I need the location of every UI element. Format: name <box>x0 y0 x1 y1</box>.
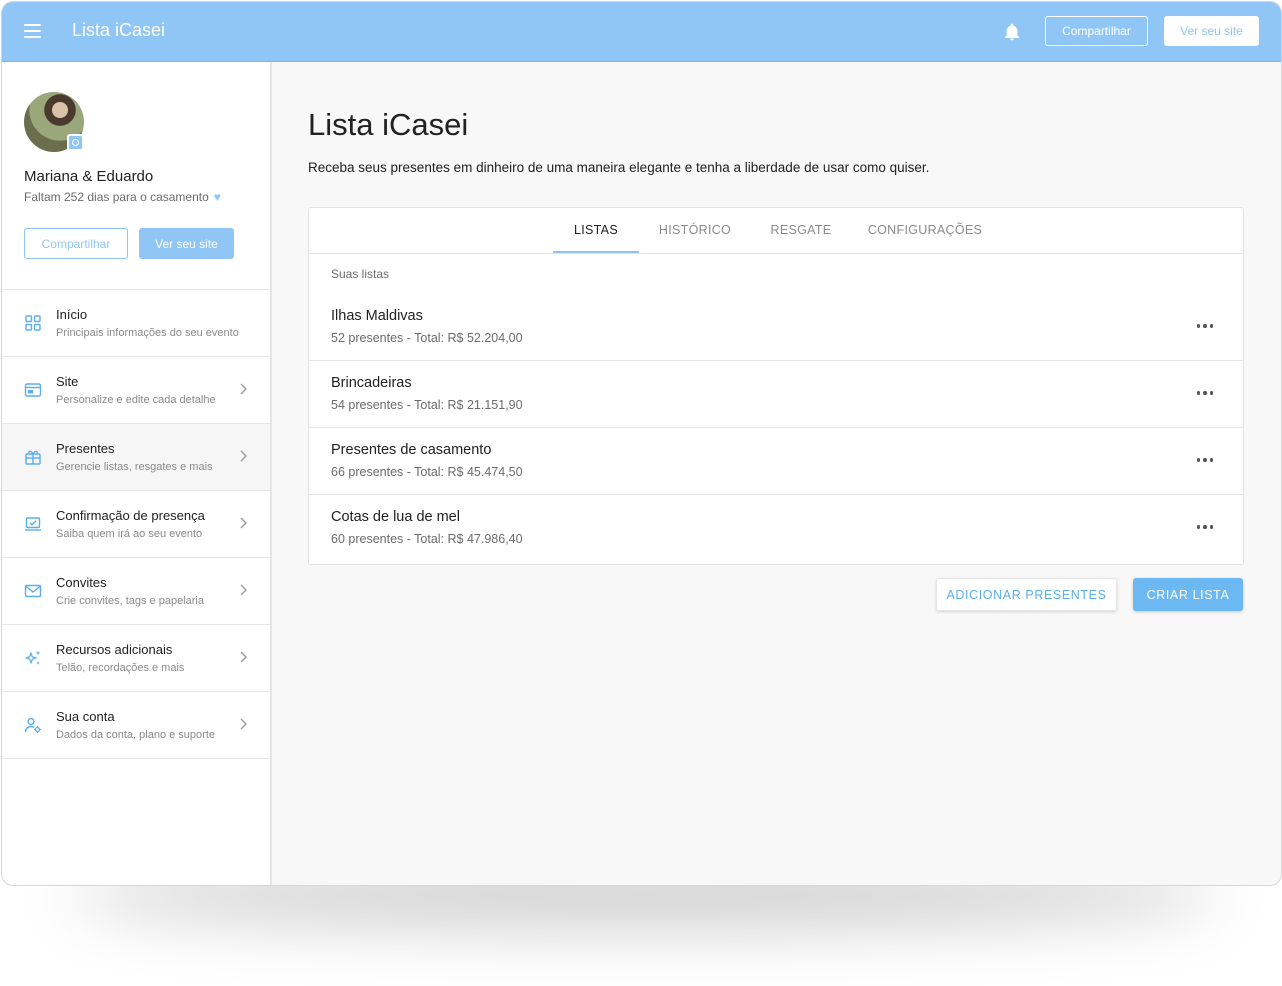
nav-divider <box>2 758 270 759</box>
sidebar-item-description: Principais informações do seu evento <box>56 327 239 339</box>
heart-icon: ♥ <box>213 190 221 204</box>
section-label: Suas listas <box>331 267 390 281</box>
tab-configuracoes[interactable]: CONFIGURAÇÕES <box>861 208 989 252</box>
more-options-icon[interactable] <box>1193 517 1217 537</box>
couple-name: Mariana & Eduardo <box>24 168 154 185</box>
sidebar-item-inicio[interactable]: Início Principais informações do seu eve… <box>2 289 270 356</box>
tab-bar: LISTAS HISTÓRICO RESGATE CONFIGURAÇÕES <box>309 208 1243 254</box>
lists-card: LISTAS HISTÓRICO RESGATE CONFIGURAÇÕES S… <box>308 207 1244 565</box>
sidebar-share-button[interactable]: Compartilhar <box>24 228 128 259</box>
browser-icon <box>24 383 42 397</box>
sidebar-item-description: Gerencie listas, resgates e mais <box>56 461 213 473</box>
list-name: Cotas de lua de mel <box>331 509 460 525</box>
sidebar-item-label: Site <box>56 374 79 389</box>
app-title: Lista iCasei <box>72 20 166 40</box>
sidebar-item-description: Saiba quem irá ao seu evento <box>56 528 203 540</box>
tab-historico[interactable]: HISTÓRICO <box>649 208 741 252</box>
sidebar-item-sua-conta[interactable]: Sua conta Dados da conta, plano e suport… <box>2 691 270 758</box>
sidebar-view-site-button[interactable]: Ver seu site <box>139 228 234 259</box>
list-item[interactable]: Presentes de casamento 66 presentes - To… <box>309 427 1243 494</box>
list-summary: 60 presentes - Total: R$ 47.986,40 <box>331 532 523 546</box>
countdown-text: Faltam 252 dias para o casamento <box>24 190 209 204</box>
sidebar-item-site[interactable]: Site Personalize e edite cada detalhe <box>2 356 270 423</box>
bell-icon[interactable] <box>1002 22 1022 42</box>
create-list-button[interactable]: CRIAR LISTA <box>1133 578 1243 611</box>
share-button[interactable]: Compartilhar <box>1045 16 1148 46</box>
sidebar-item-label: Confirmação de presença <box>56 508 205 523</box>
grid-icon <box>25 315 41 331</box>
more-options-icon[interactable] <box>1193 383 1217 403</box>
tab-listas[interactable]: LISTAS <box>553 208 639 253</box>
sidebar-item-label: Convites <box>56 575 107 590</box>
sidebar-item-label: Sua conta <box>56 709 115 724</box>
chevron-right-icon <box>240 383 247 395</box>
list-summary: 52 presentes - Total: R$ 52.204,00 <box>331 331 523 345</box>
sidebar-item-description: Dados da conta, plano e suporte <box>56 729 216 741</box>
sidebar-item-description: Telão, recordações e mais <box>56 662 185 674</box>
main-content: Lista iCasei Receba seus presentes em di… <box>272 62 1281 885</box>
view-site-button[interactable]: Ver seu site <box>1164 16 1259 46</box>
sidebar-nav: Início Principais informações do seu eve… <box>2 289 270 759</box>
list-item[interactable]: Brincadeiras 54 presentes - Total: R$ 21… <box>309 360 1243 427</box>
sparkles-icon <box>25 650 41 665</box>
laptop-check-icon <box>25 517 41 531</box>
sidebar-item-label: Recursos adicionais <box>56 642 173 657</box>
top-bar: Lista iCasei Compartilhar Ver seu site <box>2 2 1281 62</box>
list-name: Presentes de casamento <box>331 442 492 458</box>
sidebar-item-description: Personalize e edite cada detalhe <box>56 394 216 406</box>
more-options-icon[interactable] <box>1193 450 1217 470</box>
sidebar: Mariana & Eduardo Faltam 252 dias para o… <box>2 62 272 885</box>
app-window: Lista iCasei Compartilhar Ver seu site M… <box>1 1 1282 886</box>
sidebar-item-label: Início <box>56 307 88 322</box>
sidebar-item-convites[interactable]: Convites Crie convites, tags e papelaria <box>2 557 270 624</box>
chevron-right-icon <box>240 651 247 663</box>
list-name: Brincadeiras <box>331 375 412 391</box>
user-gear-icon <box>24 717 41 733</box>
page-title: Lista iCasei <box>308 107 469 142</box>
sidebar-item-presentes[interactable]: Presentes Gerencie listas, resgates e ma… <box>2 423 270 490</box>
camera-icon[interactable] <box>67 134 84 151</box>
sidebar-item-recursos-adicionais[interactable]: Recursos adicionais Telão, recordações e… <box>2 624 270 691</box>
sidebar-item-description: Crie convites, tags e papelaria <box>56 595 204 607</box>
wedding-countdown: Faltam 252 dias para o casamento ♥ <box>24 190 221 204</box>
list-item[interactable]: Ilhas Maldivas 52 presentes - Total: R$ … <box>309 294 1243 360</box>
tab-resgate[interactable]: RESGATE <box>761 208 841 252</box>
sidebar-item-label: Presentes <box>56 441 115 456</box>
envelope-icon <box>24 584 42 598</box>
list-summary: 54 presentes - Total: R$ 21.151,90 <box>331 398 523 412</box>
sidebar-item-confirmacao[interactable]: Confirmação de presença Saiba quem irá a… <box>2 490 270 557</box>
list-item[interactable]: Cotas de lua de mel 60 presentes - Total… <box>309 494 1243 561</box>
chevron-right-icon <box>240 584 247 596</box>
chevron-right-icon <box>240 718 247 730</box>
more-options-icon[interactable] <box>1193 316 1217 336</box>
chevron-right-icon <box>240 450 247 462</box>
add-gifts-button[interactable]: ADICIONAR PRESENTES <box>936 578 1117 611</box>
chevron-right-icon <box>240 517 247 529</box>
page-description: Receba seus presentes em dinheiro de uma… <box>308 160 930 175</box>
gift-icon <box>25 450 41 465</box>
list-name: Ilhas Maldivas <box>331 308 423 324</box>
list-summary: 66 presentes - Total: R$ 45.474,50 <box>331 465 523 479</box>
menu-icon[interactable] <box>24 24 41 38</box>
